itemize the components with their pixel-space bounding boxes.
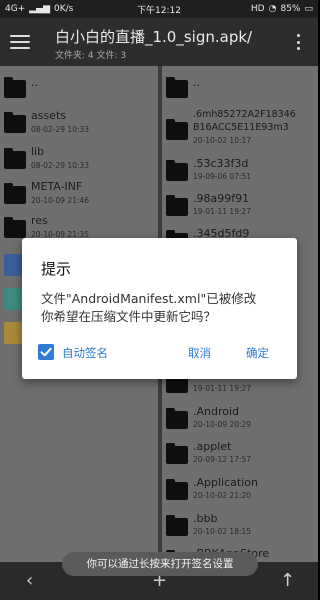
list-item[interactable]: .6mh85272A2F18346 B16ACC5E11E93m3 20-10-… — [162, 108, 318, 152]
list-item[interactable]: .. — [0, 72, 158, 106]
folder-icon — [166, 160, 188, 181]
auto-sign-checkbox[interactable] — [38, 344, 54, 360]
list-item[interactable]: .Application 20-10-02 21:20 — [162, 473, 318, 507]
file-date: 20-09-12 17:57 — [193, 455, 252, 464]
toast-message: 你可以通过长按来打开签名设置 — [62, 552, 258, 576]
folder-icon — [166, 119, 188, 140]
page-title: 白小白的直播_1.0_sign.apk/ — [55, 28, 253, 46]
file-name: res — [31, 214, 48, 227]
battery-icon: ▭ — [304, 4, 313, 14]
file-date: 20-10-09 20:29 — [193, 420, 252, 429]
folder-icon — [166, 479, 188, 500]
file-name: .. — [31, 76, 38, 89]
file-date: 20-10-02 21:20 — [193, 491, 252, 500]
file-date: 08-02-29 10:33 — [31, 125, 90, 134]
file-name: lib — [31, 145, 45, 158]
folder-icon — [4, 148, 26, 169]
folder-icon — [4, 217, 26, 238]
folder-icon — [4, 183, 26, 204]
file-name: .98a99f91 — [193, 192, 250, 205]
app-toolbar: 白小白的直播_1.0_sign.apk/ 文件夹: 4 文件: 3 — [0, 18, 318, 66]
list-item[interactable]: .Android 20-10-09 20:29 — [162, 402, 318, 436]
xml-file-icon[interactable] — [4, 288, 22, 310]
checkmark-icon — [40, 347, 52, 357]
file-name: .applet — [193, 440, 232, 453]
page-subtitle: 文件夹: 4 文件: 3 — [55, 51, 127, 61]
update-archive-dialog: 提示 文件"AndroidManifest.xml"已被修改 你希望在压缩文件中… — [22, 238, 297, 379]
document-file-icon[interactable] — [4, 254, 22, 276]
network-indicator: 4G+ — [5, 4, 26, 14]
list-item[interactable]: .53c33f3d 19-09-06 07:51 — [162, 154, 318, 188]
file-date: 20-10-02 10:17 — [193, 136, 252, 145]
list-item[interactable]: .bbb 20-10-02 18:15 — [162, 509, 318, 543]
folder-icon — [166, 408, 188, 429]
hd-indicator: HD — [250, 4, 265, 14]
list-item[interactable]: .98a99f91 19-01-11 19:27 — [162, 189, 318, 223]
overflow-menu-icon[interactable] — [291, 32, 305, 52]
file-date: 19-01-11 19:27 — [193, 207, 252, 216]
file-date: 20-10-02 18:15 — [193, 527, 252, 536]
list-item[interactable]: .applet 20-09-12 17:57 — [162, 437, 318, 471]
file-name: .53c33f3d — [193, 157, 249, 170]
list-item[interactable]: assets 08-02-29 10:33 — [0, 107, 158, 141]
file-name: .Application — [193, 476, 258, 489]
auto-sign-label[interactable]: 自动签名 — [62, 345, 108, 361]
list-item[interactable]: .. — [162, 70, 318, 104]
folder-icon — [166, 443, 188, 464]
folder-icon — [166, 195, 188, 216]
status-bar: 4G+ ▂▄▆ 0K/s 下午12:12 HD ◔ 85% ▭ — [0, 0, 318, 18]
cancel-button[interactable]: 取消 — [188, 345, 211, 361]
folder-icon — [166, 515, 188, 536]
dialog-message: 文件"AndroidManifest.xml"已被修改 你希望在压缩文件中更新它… — [41, 291, 257, 324]
folder-icon — [4, 77, 26, 98]
wifi-icon: ◔ — [268, 4, 277, 14]
list-item[interactable]: META-INF 20-10-09 21:46 — [0, 178, 158, 212]
file-date: 08-02-29 10:33 — [31, 161, 90, 170]
menu-icon[interactable] — [10, 32, 30, 52]
folder-icon — [166, 77, 188, 98]
file-name: .6mh85272A2F18346 B16ACC5E11E93m3 — [193, 109, 296, 133]
file-name: .Android — [193, 405, 240, 418]
file-date: 20-10-09 21:46 — [31, 196, 90, 205]
file-name: assets — [31, 109, 67, 122]
battery-level: 85% — [280, 4, 301, 14]
file-name: .. — [193, 76, 200, 89]
file-name: META-INF — [31, 180, 83, 193]
confirm-button[interactable]: 确定 — [246, 345, 269, 361]
list-item[interactable]: lib 08-02-29 10:33 — [0, 143, 158, 177]
back-icon[interactable]: ‹ — [26, 570, 33, 591]
archive-file-icon[interactable] — [4, 322, 22, 344]
file-date: 19-01-11 19:27 — [193, 384, 252, 393]
file-name: .bbb — [193, 512, 218, 525]
up-arrow-icon[interactable]: ↑ — [280, 570, 295, 591]
folder-icon — [4, 112, 26, 133]
dialog-title: 提示 — [41, 260, 72, 278]
signal-icon: ▂▄▆ — [29, 4, 51, 14]
net-speed: 0K/s — [54, 4, 74, 14]
file-date: 19-09-06 07:51 — [193, 172, 252, 181]
